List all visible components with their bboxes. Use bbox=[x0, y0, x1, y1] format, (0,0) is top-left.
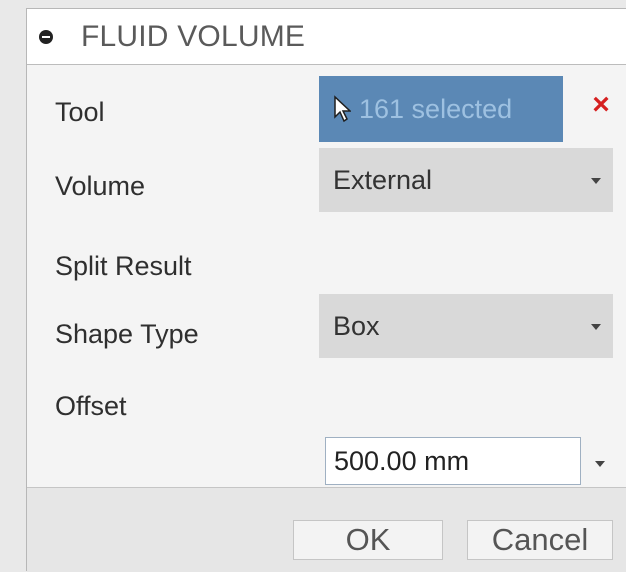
split-result-label: Split Result bbox=[55, 251, 192, 281]
shape-type-label: Shape Type bbox=[55, 319, 199, 349]
split-result-row: Split Result bbox=[27, 225, 626, 285]
ok-button[interactable]: OK bbox=[293, 520, 443, 560]
offset-row: Offset bbox=[27, 365, 626, 425]
cursor-icon bbox=[334, 95, 351, 123]
offset-value: 500.00 mm bbox=[334, 445, 470, 476]
chevron-down-icon bbox=[591, 178, 601, 184]
fluid-volume-dialog: FLUID VOLUME Tool 161 selected × Volume … bbox=[26, 8, 626, 572]
tool-selection-text: 161 selected bbox=[359, 93, 513, 124]
chevron-down-icon bbox=[591, 324, 601, 330]
volume-dropdown[interactable]: External bbox=[319, 148, 613, 212]
shape-type-row: Shape Type Box bbox=[27, 289, 626, 358]
close-icon[interactable]: × bbox=[587, 90, 615, 120]
dialog-footer: OK Cancel bbox=[27, 487, 626, 572]
offset-label: Offset bbox=[55, 391, 127, 421]
tool-selection-button[interactable]: 161 selected bbox=[319, 76, 563, 142]
cancel-button[interactable]: Cancel bbox=[467, 520, 613, 560]
dialog-title: FLUID VOLUME bbox=[81, 19, 306, 53]
shape-type-value: Box bbox=[333, 310, 380, 341]
tool-label: Tool bbox=[55, 97, 105, 127]
collapse-icon[interactable] bbox=[39, 29, 53, 44]
tool-row: Tool 161 selected × bbox=[27, 73, 626, 142]
volume-row: Volume External bbox=[27, 145, 626, 212]
shape-type-dropdown[interactable]: Box bbox=[319, 294, 613, 358]
volume-value: External bbox=[333, 164, 433, 195]
dialog-body: Tool 161 selected × Volume External Spli… bbox=[27, 65, 626, 485]
chevron-down-icon[interactable] bbox=[595, 461, 605, 467]
dialog-header[interactable]: FLUID VOLUME bbox=[27, 9, 626, 65]
offset-input[interactable]: 500.00 mm bbox=[325, 437, 581, 485]
volume-label: Volume bbox=[55, 171, 146, 201]
